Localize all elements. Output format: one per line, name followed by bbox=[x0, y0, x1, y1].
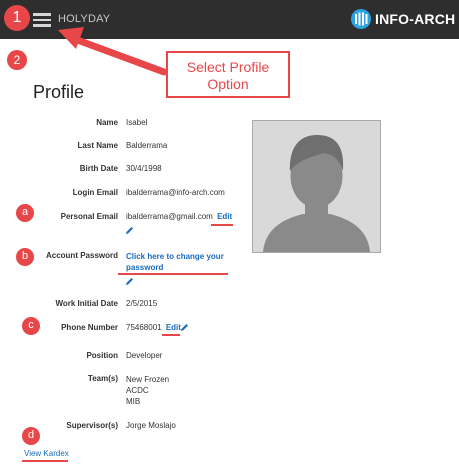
callout-line-2: Option bbox=[207, 76, 249, 92]
annotation-underline-a bbox=[211, 224, 233, 226]
account-password-label: Account Password bbox=[45, 251, 118, 260]
personal-email-edit-link[interactable]: Edit bbox=[217, 212, 232, 221]
annotation-callout: Select Profile Option bbox=[166, 51, 290, 98]
login-email-label: Login Email bbox=[72, 188, 118, 197]
team-item: MIB bbox=[126, 397, 141, 406]
supervisors-label: Supervisor(s) bbox=[66, 421, 118, 430]
annotation-underline-c bbox=[162, 334, 180, 336]
last-name-label: Last Name bbox=[77, 141, 118, 150]
personal-email-text: ibalderrama@gmail.com bbox=[126, 212, 213, 221]
team-item: ACDC bbox=[126, 386, 149, 395]
phone-number-value: 75468001 Edit bbox=[126, 323, 181, 332]
avatar bbox=[252, 120, 381, 253]
phone-number-text: 75468001 bbox=[126, 323, 162, 332]
app-title: HOLYDAY bbox=[58, 13, 111, 25]
pencil-icon[interactable] bbox=[180, 323, 189, 332]
change-password-link-line2: password bbox=[126, 263, 164, 272]
birth-date-label: Birth Date bbox=[79, 164, 118, 173]
annotation-marker-d: d bbox=[22, 427, 40, 445]
team-item: New Frozen bbox=[126, 375, 170, 384]
change-password-link[interactable]: Click here to change your password bbox=[126, 251, 224, 273]
phone-number-label: Phone Number bbox=[61, 323, 118, 332]
view-kardex-link[interactable]: View Kardex bbox=[24, 449, 69, 458]
annotation-underline-b bbox=[118, 273, 228, 275]
logo-text: INFO-ARCH bbox=[375, 11, 456, 27]
page-title: Profile bbox=[33, 82, 85, 102]
work-initial-date-label: Work Initial Date bbox=[55, 299, 118, 308]
annotation-step-2: 2 bbox=[7, 50, 27, 70]
change-password-link-line1: Click here to change your bbox=[126, 252, 224, 261]
personal-email-value: ibalderrama@gmail.com Edit bbox=[126, 212, 232, 221]
hamburger-menu-icon[interactable] bbox=[33, 13, 51, 27]
name-label: Name bbox=[96, 118, 118, 127]
last-name-value: Balderrama bbox=[126, 141, 168, 150]
logo-mark-icon bbox=[351, 9, 371, 29]
work-initial-date-value: 2/5/2015 bbox=[126, 299, 158, 308]
position-label: Position bbox=[86, 351, 118, 360]
position-value: Developer bbox=[126, 351, 163, 360]
annotation-underline-d bbox=[22, 460, 68, 462]
user-avatar-placeholder-icon bbox=[253, 121, 380, 252]
pencil-icon[interactable] bbox=[125, 277, 134, 286]
supervisors-value: Jorge Moslajo bbox=[126, 421, 176, 430]
birth-date-value: 30/4/1998 bbox=[126, 164, 162, 173]
login-email-value: ibalderrama@info-arch.com bbox=[126, 188, 225, 197]
personal-email-label: Personal Email bbox=[60, 212, 118, 221]
phone-number-edit-link[interactable]: Edit bbox=[166, 323, 181, 332]
annotation-step-1: 1 bbox=[4, 5, 30, 31]
callout-line-1: Select Profile bbox=[186, 59, 270, 75]
teams-label: Team(s) bbox=[87, 374, 118, 383]
teams-list: New Frozen ACDC MIB bbox=[126, 374, 169, 407]
pencil-icon[interactable] bbox=[125, 226, 134, 235]
top-bar: HOLYDAY INFO-ARCH bbox=[0, 0, 459, 39]
name-value: Isabel bbox=[126, 118, 148, 127]
